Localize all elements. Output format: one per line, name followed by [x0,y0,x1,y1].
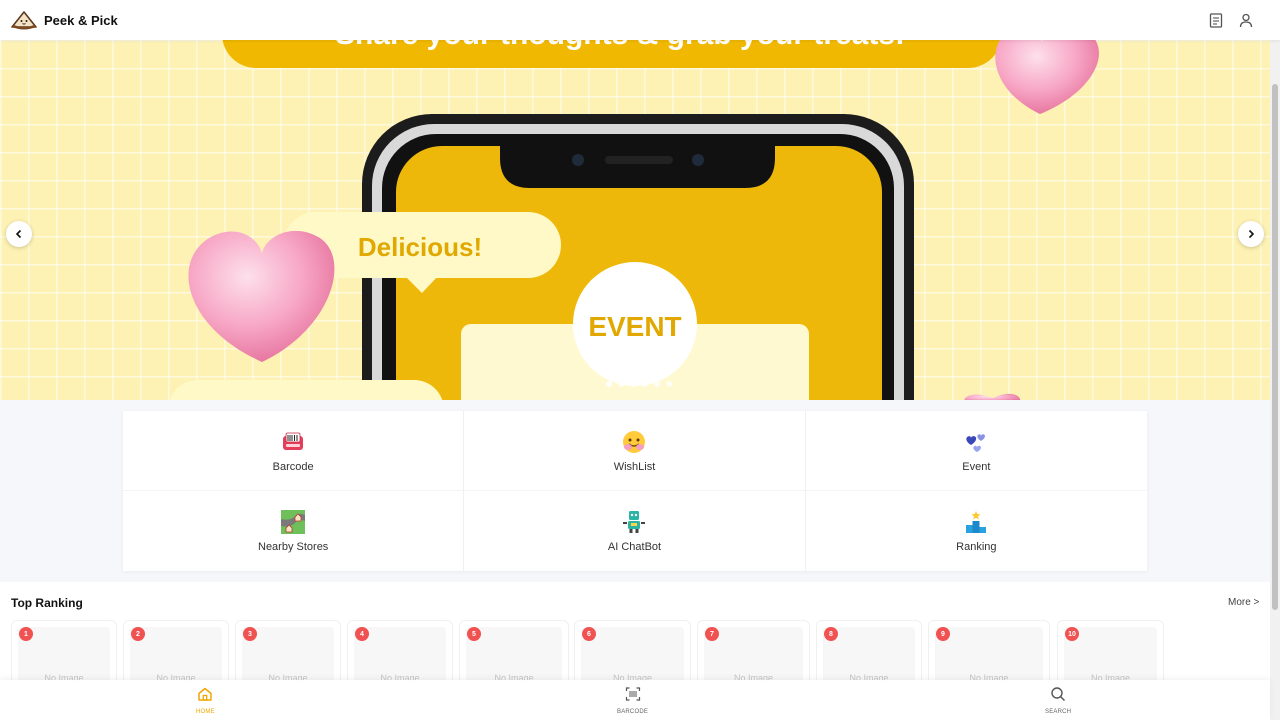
hero-banner[interactable]: Share your thoughts & grab your treats! … [0,40,1270,400]
section-title: Top Ranking [11,596,83,610]
quick-menu-event[interactable]: Event [805,411,1147,491]
carousel-dot[interactable] [606,381,612,387]
hearts-icon [963,429,989,455]
bottom-navigation: HOME BARCODE SEARCH [0,680,1270,720]
rank-badge: 3 [243,627,257,641]
rank-badge: 7 [705,627,719,641]
nav-label: BARCODE [617,709,649,715]
quick-menu-label: AI ChatBot [607,541,662,553]
quick-menu-label: Ranking [956,541,997,553]
carousel-indicators [606,381,672,387]
quick-menu-label: Barcode [272,460,314,473]
document-icon[interactable] [1208,12,1224,28]
nav-label: HOME [196,709,215,715]
banner-headline: Share your thoughts & grab your treats! [335,40,905,51]
carousel-next-button[interactable] [1238,221,1264,247]
nav-barcode[interactable]: BARCODE [617,686,648,715]
nav-home[interactable]: HOME [196,686,215,715]
quick-menu-barcode[interactable]: Barcode [123,411,465,491]
robot-icon [621,509,647,535]
rank-badge: 6 [582,627,596,641]
carousel-dot[interactable] [642,381,648,387]
app-title: Peek & Pick [44,12,118,28]
event-banner-illustration: Share your thoughts & grab your treats! … [169,40,1099,400]
nav-search[interactable]: SEARCH [1045,686,1071,715]
quick-menu-label: Nearby Stores [258,541,329,553]
nav-label: SEARCH [1045,709,1072,715]
top-app-bar: Peek & Pick [0,0,1280,40]
quick-menu-label: Event [962,460,991,473]
rank-badge: 10 [1065,627,1079,641]
home-icon [197,686,213,707]
quick-menu-wishlist[interactable]: WishList [464,411,806,491]
carousel-dot[interactable] [654,381,660,387]
barcode-icon [625,686,641,707]
event-text: EVENT [588,311,681,342]
quick-menu-grid: Barcode WishList Event Nearby Stores AI … [123,411,1147,571]
chevron-right-icon [1248,229,1255,239]
smiling-face-icon [621,429,647,455]
search-icon [1050,686,1066,707]
user-icon[interactable] [1238,12,1254,28]
page-scrollbar[interactable] [1270,40,1280,720]
rank-badge: 5 [467,627,481,641]
rank-badge: 9 [936,627,950,641]
bubble-text: Delicious! [358,232,482,262]
podium-icon [963,509,989,535]
barcode-scanner-icon [280,429,306,455]
scrollbar-thumb[interactable] [1272,84,1278,610]
onigiri-logo-icon [10,9,38,31]
chevron-left-icon [15,229,22,239]
carousel-dot[interactable] [666,381,672,387]
rank-badge: 8 [824,627,838,641]
map-icon [280,509,306,535]
rank-badge: 2 [131,627,145,641]
carousel-dot[interactable] [630,381,636,387]
quick-menu-ai-chatbot[interactable]: AI ChatBot [464,491,806,571]
carousel-dot[interactable] [618,381,624,387]
carousel-prev-button[interactable] [6,221,32,247]
app-logo[interactable]: Peek & Pick [10,9,118,31]
more-link[interactable]: More > [1228,597,1259,608]
quick-menu-label: WishList [613,460,656,473]
rank-badge: 4 [355,627,369,641]
quick-menu-nearby-stores[interactable]: Nearby Stores [123,491,465,571]
quick-menu-ranking[interactable]: Ranking [806,491,1147,571]
rank-badge: 1 [19,627,33,641]
